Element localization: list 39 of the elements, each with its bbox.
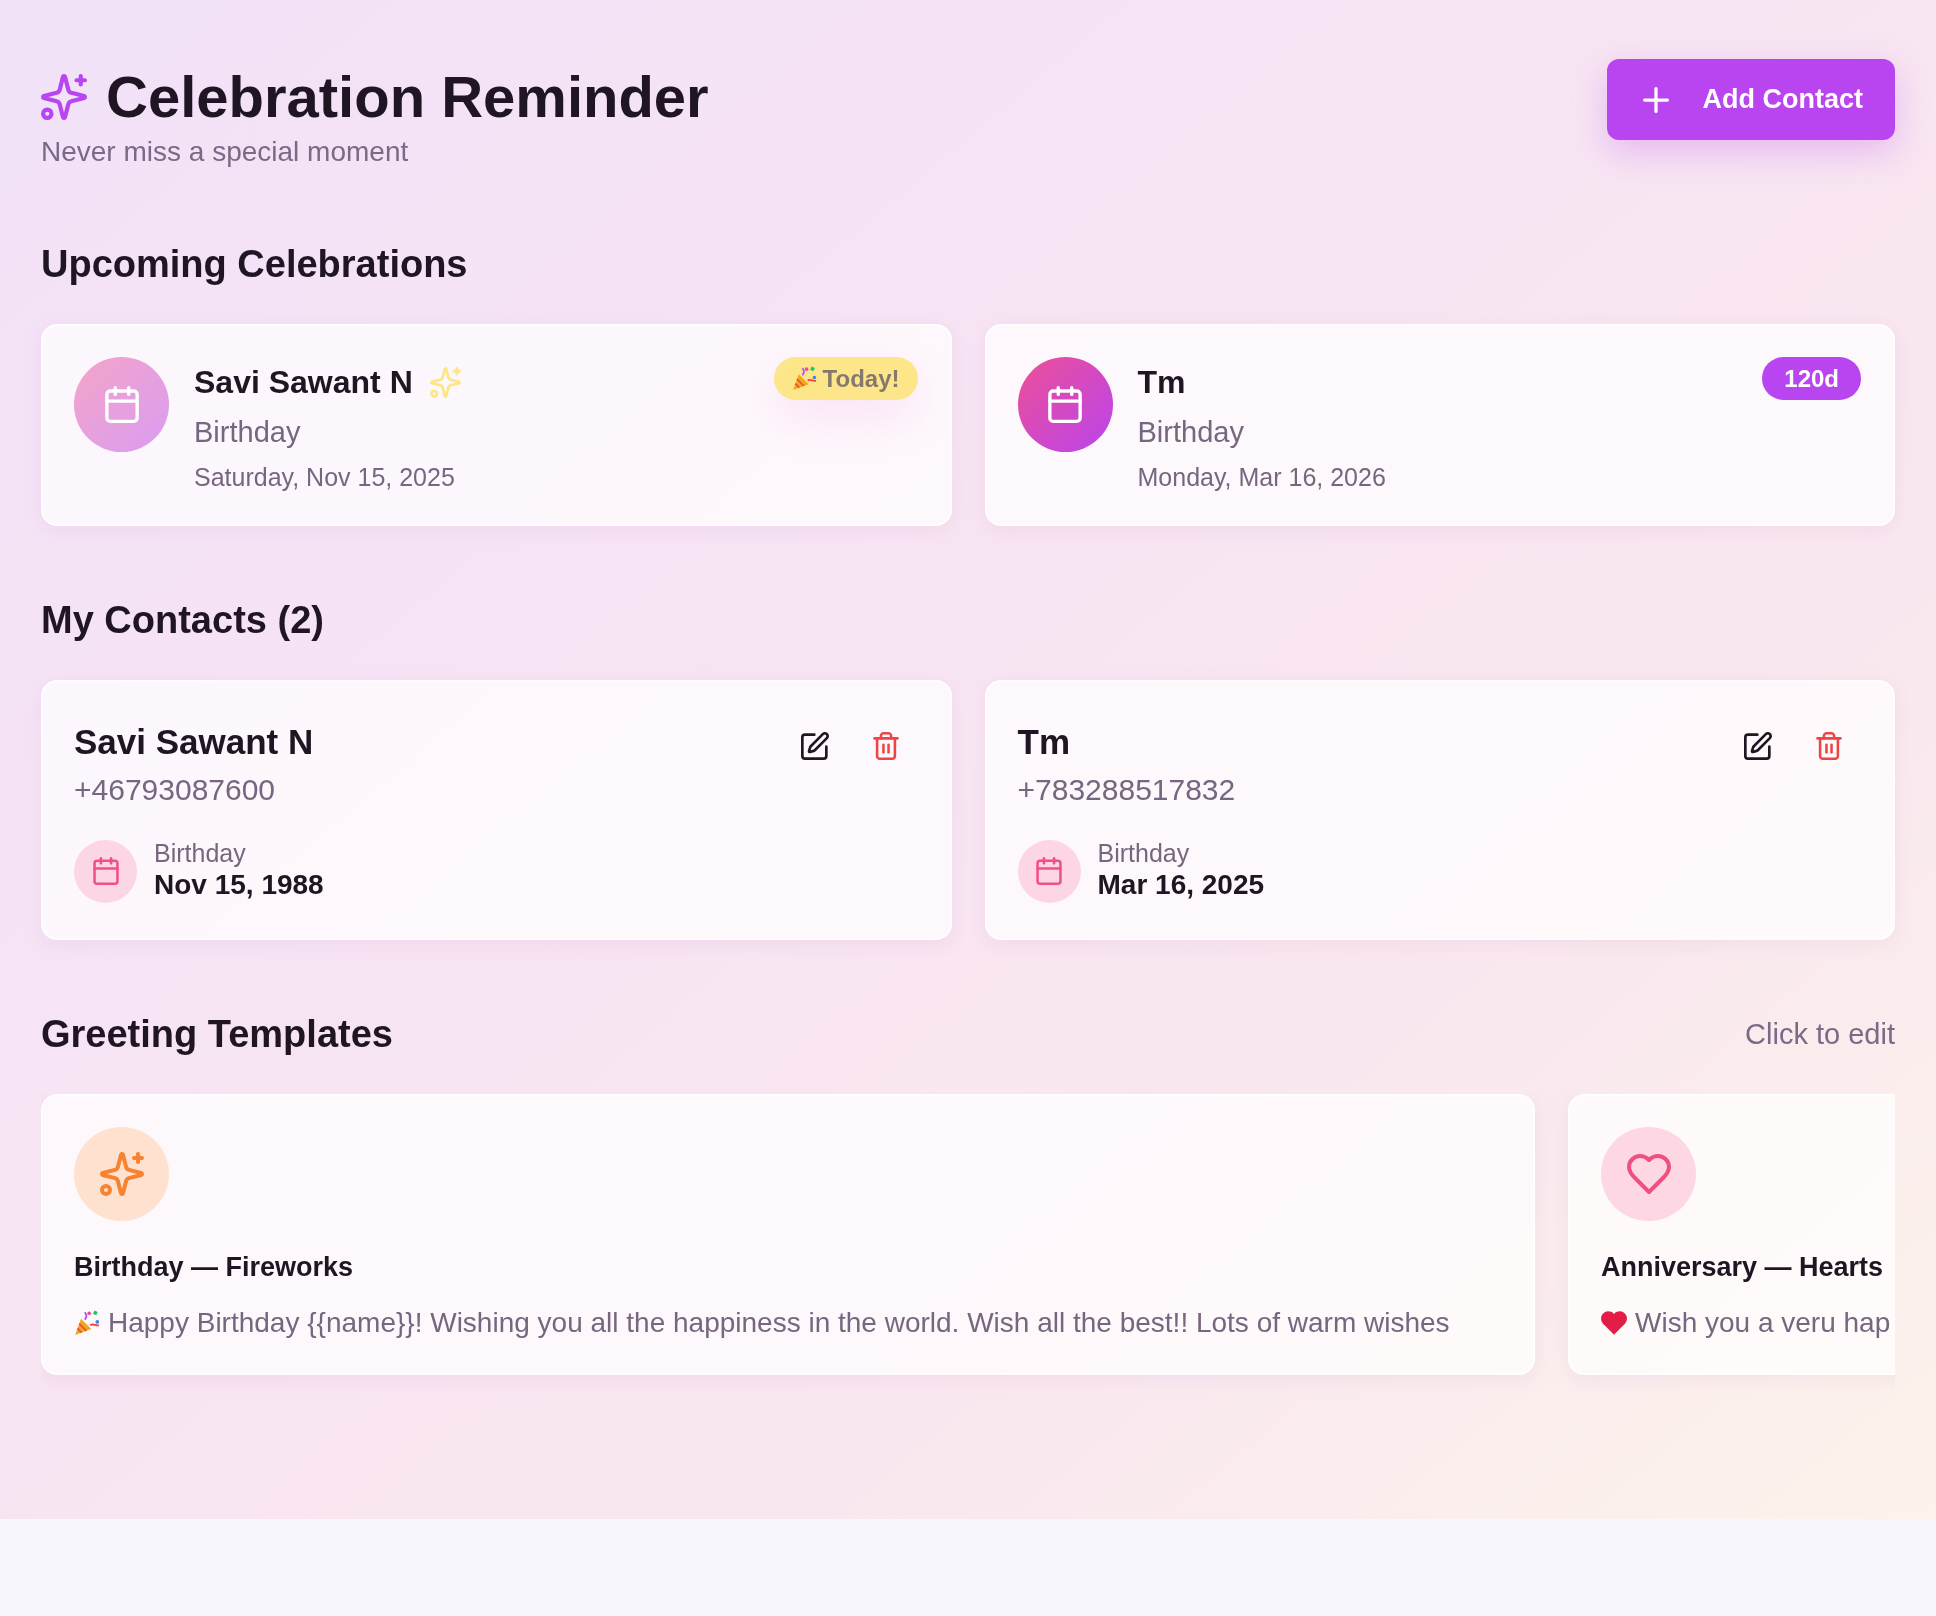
party-popper-icon xyxy=(74,1310,100,1336)
countdown-badge: 120d xyxy=(1762,357,1861,400)
phone-number: +46793087600 xyxy=(74,772,277,808)
today-text: Today! xyxy=(822,364,900,393)
sparkle-icon xyxy=(41,74,87,120)
phone-number: +783288517832 xyxy=(1017,772,1236,808)
template-title: Birthday — Fireworks xyxy=(74,1251,354,1284)
party-popper-icon xyxy=(791,366,817,391)
plus-icon xyxy=(1642,86,1669,113)
event-type: Birthday xyxy=(1137,415,1245,450)
edit-hint: Click to edit xyxy=(1745,1017,1895,1052)
event-type: Birthday xyxy=(1097,839,1191,867)
add-contact-button[interactable]: Add Contact xyxy=(1606,59,1895,140)
contact-name: Savi Sawant N xyxy=(74,721,314,763)
event-date: Saturday, Nov 15, 2025 xyxy=(194,462,456,492)
template-message: Happy Birthday {{name}}! Wishing you all the happiness in the world. Wish all the best!! Lots of warm wishes xyxy=(108,1306,1450,1340)
contact-name: Tm xyxy=(1017,721,1071,763)
page-title: Celebration Reminder xyxy=(106,63,709,131)
contact-name: Savi Sawant N xyxy=(194,363,413,402)
event-date: Monday, Mar 16, 2026 xyxy=(1137,462,1387,492)
event-date: Nov 15, 1988 xyxy=(154,868,324,902)
trash-icon xyxy=(871,732,900,760)
contact-name: Tm xyxy=(1137,363,1186,402)
heart-icon xyxy=(1601,1310,1627,1336)
edit-icon xyxy=(800,732,829,760)
section-heading: My Contacts (2) xyxy=(41,598,324,643)
template-message: Wish you a veru hap xyxy=(1635,1306,1891,1340)
section-heading: Greeting Templates xyxy=(41,1012,393,1057)
sparkle-icon xyxy=(429,366,461,398)
trash-icon xyxy=(1815,732,1843,760)
edit-icon xyxy=(1744,732,1772,760)
template-card[interactable]: Anniversary — Hearts Wish you a veru hap xyxy=(1568,1094,1895,1375)
section-heading: Upcoming Celebrations xyxy=(41,242,468,287)
event-type: Birthday xyxy=(154,839,247,867)
page-subtitle: Never miss a special moment xyxy=(41,135,410,169)
event-date: Mar 16, 2025 xyxy=(1097,868,1265,902)
event-type: Birthday xyxy=(194,415,302,450)
template-title: Anniversary — Hearts xyxy=(1601,1251,1884,1284)
template-card[interactable]: Birthday — Fireworks Happy Birthday {{name}}! Wishing you all the happiness in the world. Wish all the best!! Lots of warm wishes xyxy=(41,1094,1535,1375)
